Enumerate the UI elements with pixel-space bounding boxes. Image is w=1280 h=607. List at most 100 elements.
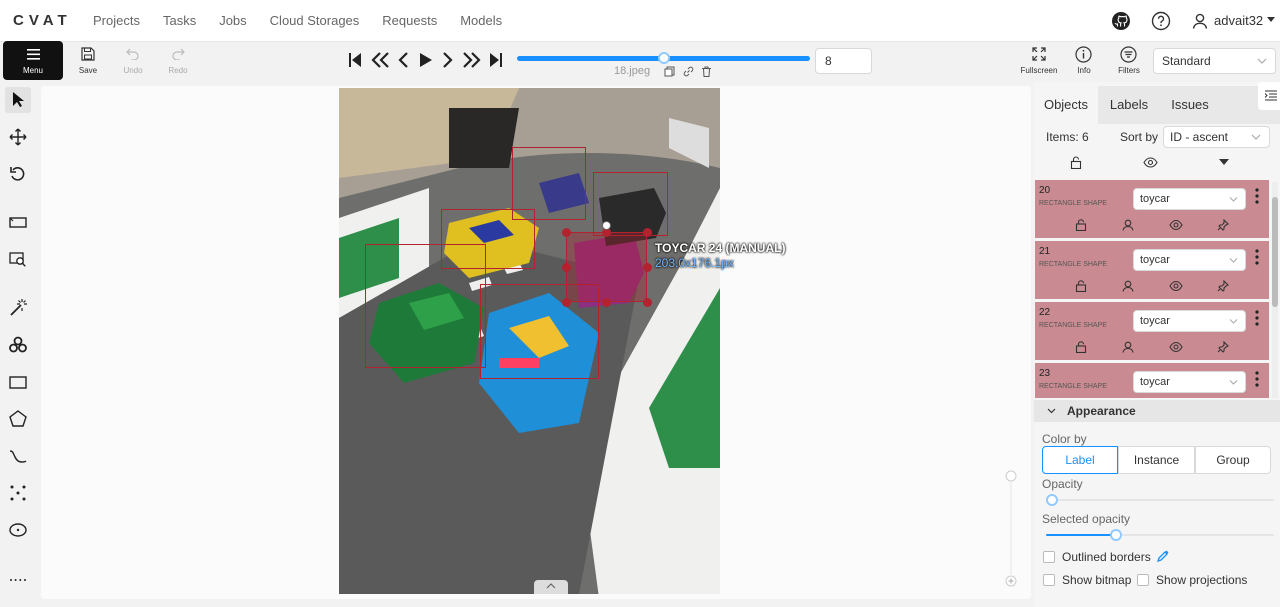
username[interactable]: advait32 — [1214, 13, 1263, 28]
object-menu-icon[interactable] — [1255, 371, 1259, 387]
resize-handle[interactable] — [601, 297, 611, 307]
link-icon[interactable] — [683, 66, 694, 77]
bbox-24-selected[interactable] — [566, 232, 647, 302]
resize-handle[interactable] — [642, 262, 652, 272]
lock-icon[interactable] — [1075, 280, 1087, 292]
nav-tasks[interactable]: Tasks — [163, 0, 196, 42]
nav-jobs[interactable]: Jobs — [219, 0, 246, 42]
objects-scrollbar[interactable] — [1272, 182, 1278, 398]
previous-frame-icon[interactable] — [396, 50, 410, 70]
cursor-tool[interactable] — [5, 87, 31, 113]
rotate-tool[interactable] — [8, 164, 30, 186]
object-menu-icon[interactable] — [1255, 188, 1259, 204]
resize-handle[interactable] — [561, 262, 571, 272]
resize-handle[interactable] — [642, 227, 652, 237]
pick-color-icon[interactable] — [1156, 550, 1169, 563]
tab-issues[interactable]: Issues — [1160, 86, 1220, 124]
object-label-select[interactable]: toycar — [1133, 310, 1246, 332]
nav-models[interactable]: Models — [460, 0, 502, 42]
object-label-select[interactable]: toycar — [1133, 188, 1246, 210]
user-icon[interactable] — [1191, 12, 1209, 30]
workspace-select[interactable]: Standard — [1153, 48, 1276, 74]
info-button[interactable]: Info — [1066, 46, 1102, 76]
outlined-borders-checkbox[interactable] — [1043, 551, 1055, 563]
pin-icon[interactable] — [1217, 341, 1229, 353]
tab-labels[interactable]: Labels — [1098, 86, 1160, 124]
color-by-label-option[interactable]: Label — [1042, 446, 1118, 474]
object-menu-icon[interactable] — [1255, 310, 1259, 326]
first-frame-icon[interactable] — [348, 50, 362, 70]
save-button[interactable]: Save — [70, 46, 106, 76]
lock-icon[interactable] — [1075, 341, 1087, 353]
color-by-group-option[interactable]: Group — [1195, 446, 1271, 474]
collapse-sidebar-button[interactable] — [1258, 82, 1280, 110]
scrollbar-thumb[interactable] — [1272, 197, 1278, 307]
next-frame-icon[interactable] — [441, 50, 455, 70]
magic-wand-tool[interactable] — [8, 298, 30, 320]
zoom-region-tool[interactable] — [8, 249, 30, 271]
show-projections-checkbox[interactable] — [1137, 574, 1149, 586]
expand-all-caret-icon[interactable] — [1219, 159, 1229, 166]
frame-slider-handle[interactable] — [658, 52, 670, 64]
pin-icon[interactable] — [1217, 219, 1229, 231]
fullscreen-button[interactable]: Fullscreen — [1020, 46, 1058, 76]
show-bitmap-checkbox[interactable] — [1043, 574, 1055, 586]
ellipse-tool[interactable] — [8, 520, 30, 542]
eye-icon[interactable] — [1169, 341, 1183, 353]
sort-select[interactable]: ID - ascent — [1163, 126, 1270, 148]
nav-cloud-storages[interactable]: Cloud Storages — [270, 0, 360, 42]
bbox-23[interactable] — [365, 244, 486, 368]
ai-tools-tool[interactable] — [8, 335, 30, 357]
occluded-icon[interactable] — [1122, 341, 1134, 353]
object-menu-icon[interactable] — [1255, 249, 1259, 265]
eye-icon[interactable] — [1169, 280, 1183, 292]
polygon-tool[interactable] — [8, 409, 30, 431]
github-icon[interactable] — [1111, 11, 1131, 31]
fit-image-tool[interactable] — [8, 212, 30, 234]
opacity-slider[interactable] — [1046, 494, 1274, 506]
zoom-slider[interactable] — [1005, 470, 1017, 588]
fast-forward-icon[interactable] — [462, 50, 482, 70]
help-icon[interactable] — [1151, 11, 1171, 31]
delete-frame-icon[interactable] — [701, 66, 712, 77]
rectangle-tool[interactable] — [8, 372, 30, 394]
copy-filename-icon[interactable] — [664, 66, 675, 77]
move-tool[interactable] — [8, 127, 30, 149]
more-tools[interactable] — [8, 570, 30, 592]
redo-button[interactable]: Redo — [160, 46, 196, 76]
fast-backward-icon[interactable] — [370, 50, 390, 70]
expand-filmstrip-button[interactable] — [534, 580, 568, 594]
rotation-handle[interactable] — [601, 220, 611, 230]
play-icon[interactable] — [418, 50, 434, 70]
lock-icon[interactable] — [1075, 219, 1087, 231]
object-card-23[interactable]: 23 RECTANGLE SHAPE toycar — [1035, 363, 1269, 398]
points-tool[interactable] — [8, 483, 30, 505]
undo-button[interactable]: Undo — [115, 46, 151, 76]
resize-handle[interactable] — [561, 227, 571, 237]
nav-requests[interactable]: Requests — [382, 0, 437, 42]
cvat-logo[interactable]: CVAT — [13, 12, 72, 29]
lock-all-icon[interactable] — [1070, 156, 1082, 169]
user-menu-caret-icon[interactable] — [1267, 17, 1275, 23]
frame-number-input[interactable]: 8 — [815, 48, 872, 74]
tab-objects[interactable]: Objects — [1034, 86, 1098, 124]
selected-opacity-slider[interactable] — [1046, 529, 1274, 541]
object-label-select[interactable]: toycar — [1133, 371, 1246, 393]
object-card-21[interactable]: 21 RECTANGLE SHAPE toycar — [1035, 241, 1269, 299]
occluded-icon[interactable] — [1122, 219, 1134, 231]
appearance-header[interactable]: Appearance — [1034, 400, 1280, 422]
menu-button[interactable]: Menu — [3, 41, 63, 80]
object-card-20[interactable]: 20 RECTANGLE SHAPE toycar — [1035, 180, 1269, 238]
last-frame-icon[interactable] — [489, 50, 503, 70]
nav-projects[interactable]: Projects — [93, 0, 140, 42]
object-card-22[interactable]: 22 RECTANGLE SHAPE toycar — [1035, 302, 1269, 360]
occluded-icon[interactable] — [1122, 280, 1134, 292]
eye-all-icon[interactable] — [1143, 157, 1158, 168]
pin-icon[interactable] — [1217, 280, 1229, 292]
resize-handle[interactable] — [561, 297, 571, 307]
object-label-select[interactable]: toycar — [1133, 249, 1246, 271]
resize-handle[interactable] — [642, 297, 652, 307]
eye-icon[interactable] — [1169, 219, 1183, 231]
filters-button[interactable]: Filters — [1111, 46, 1147, 76]
color-by-instance-option[interactable]: Instance — [1118, 446, 1195, 474]
